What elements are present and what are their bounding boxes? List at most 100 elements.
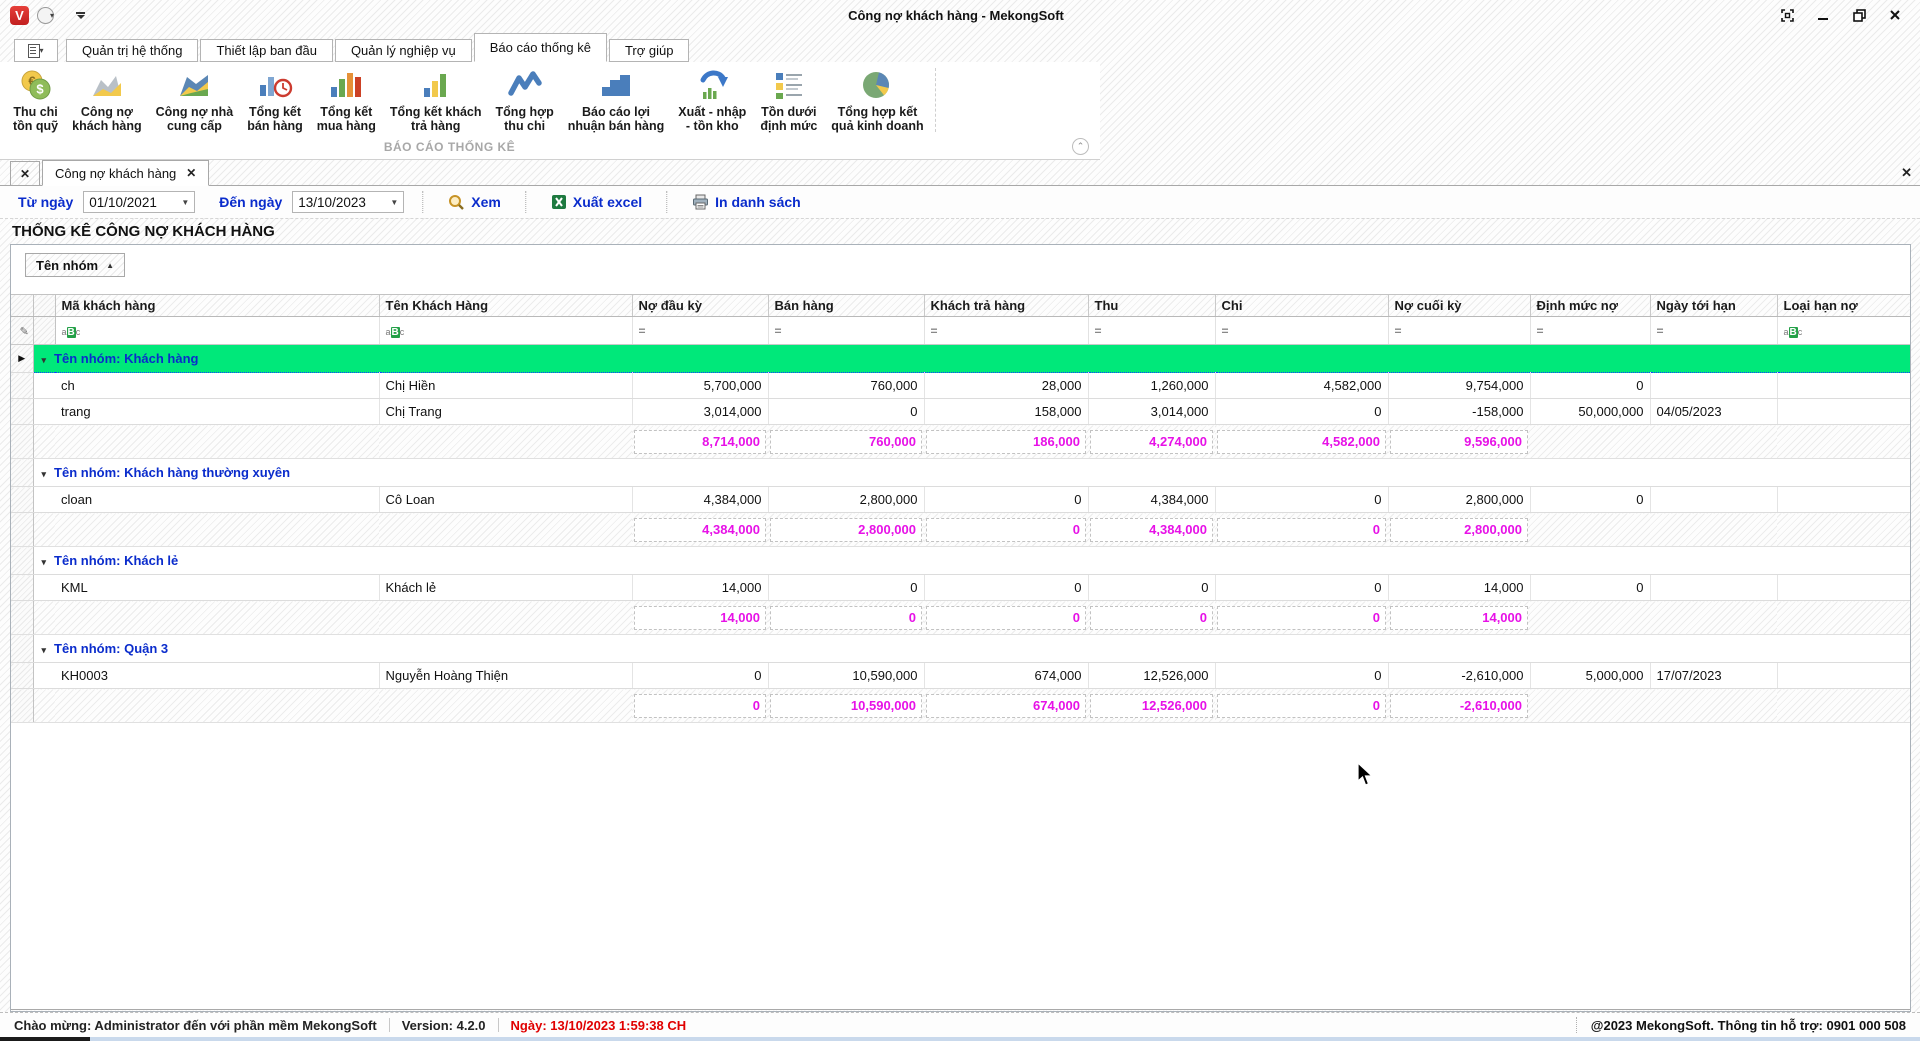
group-row[interactable]: ▶▾Tên nhóm: Khách hàng [11, 345, 1910, 373]
column-header-no_dau_ky[interactable]: Nợ đầu kỳ [632, 295, 768, 317]
cell-khach_tra_hang[interactable]: 158,000 [924, 399, 1088, 425]
cell-ten[interactable]: Khách lẻ [379, 575, 632, 601]
cell-dinh_muc_no[interactable]: 50,000,000 [1530, 399, 1650, 425]
cell-loai_han_no[interactable] [1777, 575, 1910, 601]
filter-cell-ngay_toi_han[interactable]: = [1650, 317, 1777, 345]
collapse-triangle-icon[interactable]: ▾ [42, 645, 47, 656]
ribbon-item-11[interactable]: Tổng hợp kết quả kinh doanh [824, 66, 930, 134]
filter-cell-dinh_muc_no[interactable]: = [1530, 317, 1650, 345]
cell-chi[interactable]: 0 [1215, 487, 1388, 513]
ribbon-item-9[interactable]: Xuất - nhập - tồn kho [671, 66, 753, 134]
collapse-triangle-icon[interactable]: ▾ [42, 557, 47, 568]
cell-loai_han_no[interactable] [1777, 373, 1910, 399]
cell-thu[interactable]: 12,526,000 [1088, 663, 1215, 689]
data-row[interactable]: cloanCô Loan4,384,0002,800,00004,384,000… [11, 487, 1910, 513]
cell-ban_hang[interactable]: 10,590,000 [768, 663, 924, 689]
cell-ten[interactable]: Chị Hiền [379, 373, 632, 399]
cell-ten[interactable]: Chị Trang [379, 399, 632, 425]
print-list-button[interactable]: In danh sách [686, 193, 807, 211]
cell-thu[interactable]: 0 [1088, 575, 1215, 601]
quick-access-button[interactable]: ▾ [37, 7, 54, 24]
cell-dinh_muc_no[interactable]: 0 [1530, 373, 1650, 399]
ribbon-item-5[interactable]: Tổng kết mua hàng [310, 66, 383, 134]
column-header-ban_hang[interactable]: Bán hàng [768, 295, 924, 317]
ribbon-item-3[interactable]: Công nợ nhà cung cấp [149, 66, 241, 134]
data-row[interactable]: KMLKhách lẻ14,000000014,0000 [11, 575, 1910, 601]
filter-cell-ma[interactable]: aBc [55, 317, 379, 345]
cell-khach_tra_hang[interactable]: 0 [924, 575, 1088, 601]
cell-thu[interactable]: 4,384,000 [1088, 487, 1215, 513]
cell-thu[interactable]: 3,014,000 [1088, 399, 1215, 425]
view-button[interactable]: Xem [442, 193, 507, 212]
column-header-loai_han_no[interactable]: Loại hạn nợ [1777, 295, 1910, 317]
cell-ban_hang[interactable]: 0 [768, 575, 924, 601]
filter-cell-ban_hang[interactable]: = [768, 317, 924, 345]
cell-khach_tra_hang[interactable]: 28,000 [924, 373, 1088, 399]
filter-cell-khach_tra_hang[interactable]: = [924, 317, 1088, 345]
cell-chi[interactable]: 4,582,000 [1215, 373, 1388, 399]
group-row[interactable]: ▾Tên nhóm: Quận 3 [11, 635, 1910, 663]
ribbon-item-8[interactable]: Báo cáo lợi nhuận bán hàng [561, 66, 672, 134]
cell-chi[interactable]: 0 [1215, 399, 1388, 425]
group-row[interactable]: ▾Tên nhóm: Khách hàng thường xuyên [11, 459, 1910, 487]
ribbon-item-6[interactable]: Tổng kết khách trả hàng [383, 66, 489, 134]
column-header-no_cuoi_ky[interactable]: Nợ cuối kỳ [1388, 295, 1530, 317]
ribbon-item-7[interactable]: Tổng hợp thu chi [489, 66, 561, 134]
tab-close-icon[interactable]: ✕ [186, 166, 196, 180]
cell-khach_tra_hang[interactable]: 674,000 [924, 663, 1088, 689]
cell-loai_han_no[interactable] [1777, 487, 1910, 513]
cell-no_cuoi_ky[interactable]: 2,800,000 [1388, 487, 1530, 513]
group-by-chip[interactable]: Tên nhóm ▲ [25, 253, 125, 277]
menu-tab-2[interactable]: Thiết lập ban đầu [200, 39, 332, 62]
ribbon-item-4[interactable]: Tổng kết bán hàng [240, 66, 310, 134]
ribbon-item-1[interactable]: €$Thu chi tồn quỹ [6, 66, 65, 134]
menu-tab-5[interactable]: Trợ giúp [609, 39, 690, 62]
cell-chi[interactable]: 0 [1215, 663, 1388, 689]
cell-khach_tra_hang[interactable]: 0 [924, 487, 1088, 513]
filter-cell-chi[interactable]: = [1215, 317, 1388, 345]
cell-no_cuoi_ky[interactable]: -158,000 [1388, 399, 1530, 425]
filter-cell-loai_han_no[interactable]: aBc [1777, 317, 1910, 345]
cell-ngay_toi_han[interactable]: 04/05/2023 [1650, 399, 1777, 425]
cell-ten[interactable]: Cô Loan [379, 487, 632, 513]
ribbon-collapse-button[interactable]: ⌃ [1072, 138, 1089, 155]
cell-ma[interactable]: cloan [55, 487, 379, 513]
fullscreen-button[interactable] [1780, 8, 1794, 22]
cell-ma[interactable]: trang [55, 399, 379, 425]
cell-no_dau_ky[interactable]: 4,384,000 [632, 487, 768, 513]
data-row[interactable]: trangChị Trang3,014,0000158,0003,014,000… [11, 399, 1910, 425]
cell-no_dau_ky[interactable]: 0 [632, 663, 768, 689]
to-date-combobox[interactable]: 13/10/2023 ▼ [292, 191, 404, 213]
cell-ban_hang[interactable]: 0 [768, 399, 924, 425]
tabbar-close-button[interactable]: ✕ [1901, 165, 1912, 181]
restore-button[interactable] [1852, 8, 1866, 22]
cell-no_cuoi_ky[interactable]: 9,754,000 [1388, 373, 1530, 399]
data-row[interactable]: KH0003Nguyễn Hoàng Thiện010,590,000674,0… [11, 663, 1910, 689]
cell-ban_hang[interactable]: 2,800,000 [768, 487, 924, 513]
cell-chi[interactable]: 0 [1215, 575, 1388, 601]
cell-ma[interactable]: ch [55, 373, 379, 399]
column-header-ma[interactable]: Mã khách hàng [55, 295, 379, 317]
cell-ngay_toi_han[interactable] [1650, 487, 1777, 513]
document-tab-active[interactable]: Công nợ khách hàng ✕ [42, 160, 209, 186]
cell-ngay_toi_han[interactable] [1650, 373, 1777, 399]
from-date-combobox[interactable]: 01/10/2021 ▼ [83, 191, 195, 213]
collapse-triangle-icon[interactable]: ▾ [42, 469, 47, 480]
cell-no_dau_ky[interactable]: 3,014,000 [632, 399, 768, 425]
cell-ma[interactable]: KH0003 [55, 663, 379, 689]
filter-cell-no_dau_ky[interactable]: = [632, 317, 768, 345]
customize-toolbar-button[interactable] [76, 12, 85, 19]
cell-ma[interactable]: KML [55, 575, 379, 601]
cell-thu[interactable]: 1,260,000 [1088, 373, 1215, 399]
cell-loai_han_no[interactable] [1777, 399, 1910, 425]
cell-dinh_muc_no[interactable]: 0 [1530, 575, 1650, 601]
menu-tab-3[interactable]: Quản lý nghiệp vụ [335, 39, 472, 62]
collapse-triangle-icon[interactable]: ▾ [42, 355, 47, 366]
group-row[interactable]: ▾Tên nhóm: Khách lẻ [11, 547, 1910, 575]
cell-no_cuoi_ky[interactable]: 14,000 [1388, 575, 1530, 601]
cell-ngay_toi_han[interactable]: 17/07/2023 [1650, 663, 1777, 689]
column-header-ten[interactable]: Tên Khách Hàng [379, 295, 632, 317]
close-all-tabs-button[interactable]: ✕ [10, 161, 40, 185]
application-menu-button[interactable]: ▾ [14, 39, 58, 62]
cell-ten[interactable]: Nguyễn Hoàng Thiện [379, 663, 632, 689]
